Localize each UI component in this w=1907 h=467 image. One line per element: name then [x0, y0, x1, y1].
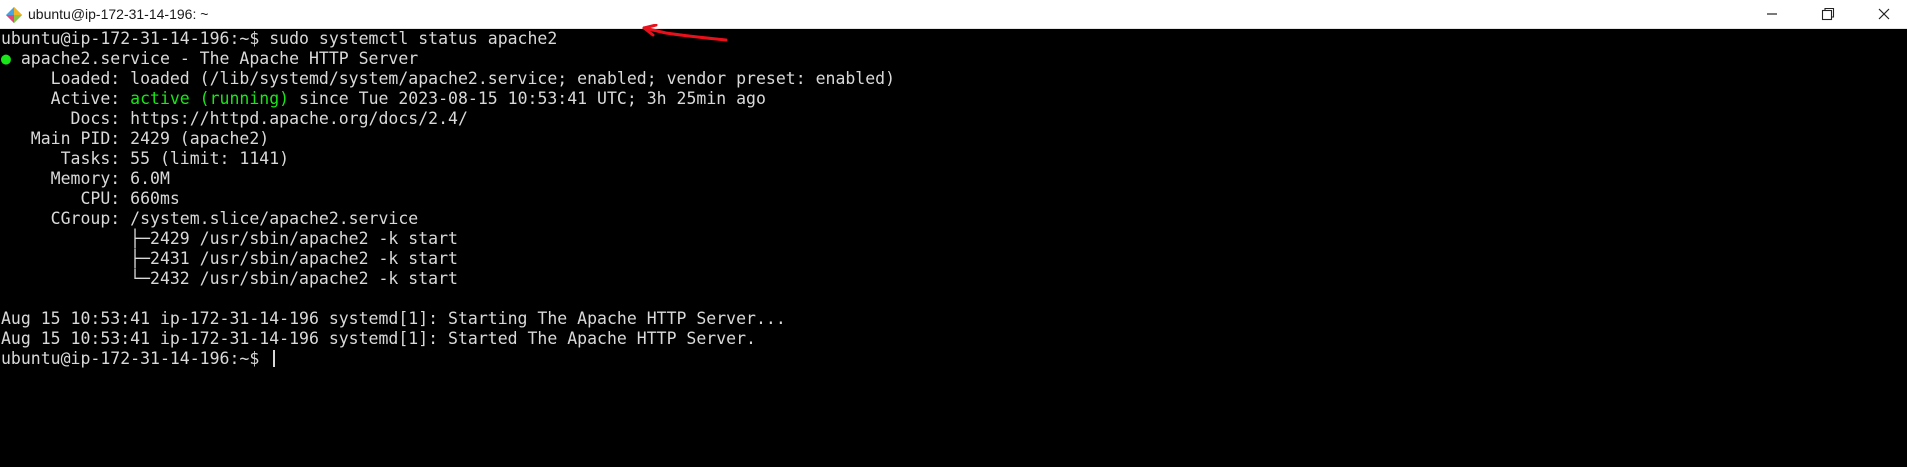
log-line: Aug 15 10:53:41 ip-172-31-14-196 systemd…: [1, 329, 756, 348]
putty-icon: [6, 7, 22, 23]
cpu-line: CPU: 660ms: [1, 189, 180, 208]
close-icon: [1878, 8, 1890, 20]
tasks-line: Tasks: 55 (limit: 1141): [1, 149, 290, 168]
text-cursor: [273, 350, 276, 367]
command-line: ubuntu@ip-172-31-14-196:~$ sudo systemct…: [1, 29, 558, 48]
process-line: └─2432 /usr/sbin/apache2 -k start: [1, 269, 458, 288]
log-line: Aug 15 10:53:41 ip-172-31-14-196 systemd…: [1, 309, 786, 328]
main-pid-line: Main PID: 2429 (apache2): [1, 129, 270, 148]
active-label: Active:: [1, 89, 131, 108]
window-title: ubuntu@ip-172-31-14-196: ~: [28, 6, 209, 22]
prompt: ubuntu@ip-172-31-14-196:~$: [1, 349, 270, 368]
prompt-line[interactable]: ubuntu@ip-172-31-14-196:~$: [1, 349, 276, 369]
service-header: apache2.service - The Apache HTTP Server: [10, 49, 419, 68]
docs-line: Docs: https://httpd.apache.org/docs/2.4/: [1, 109, 468, 128]
restore-icon: [1821, 7, 1835, 21]
process-line: ├─2429 /usr/sbin/apache2 -k start: [1, 229, 458, 248]
status-dot: ●: [1, 49, 11, 68]
scrollbar[interactable]: [1892, 29, 1907, 467]
loaded-line: Loaded: loaded (/lib/systemd/system/apac…: [1, 69, 896, 88]
process-line: ├─2431 /usr/sbin/apache2 -k start: [1, 249, 458, 268]
terminal-window: ubuntu@ip-172-31-14-196: ~ ubuntu@ip-172…: [0, 0, 1907, 467]
minimize-icon: [1767, 13, 1777, 15]
maximize-button[interactable]: [1805, 0, 1851, 28]
service-header-line: ● apache2.service - The Apache HTTP Serv…: [1, 49, 418, 69]
active-line: Active: active (running) since Tue 2023-…: [1, 89, 766, 109]
red-arrow-annotation: [642, 24, 728, 42]
minimize-button[interactable]: [1749, 0, 1795, 28]
close-button[interactable]: [1861, 0, 1907, 28]
active-since: since Tue 2023-08-15 10:53:41 UTC; 3h 25…: [289, 89, 766, 108]
terminal-output[interactable]: ubuntu@ip-172-31-14-196:~$ sudo systemct…: [0, 29, 1907, 467]
title-bar[interactable]: ubuntu@ip-172-31-14-196: ~: [0, 0, 1907, 29]
active-state: active (running): [130, 89, 290, 108]
memory-line: Memory: 6.0M: [1, 169, 170, 188]
cgroup-line: CGroup: /system.slice/apache2.service: [1, 209, 419, 228]
